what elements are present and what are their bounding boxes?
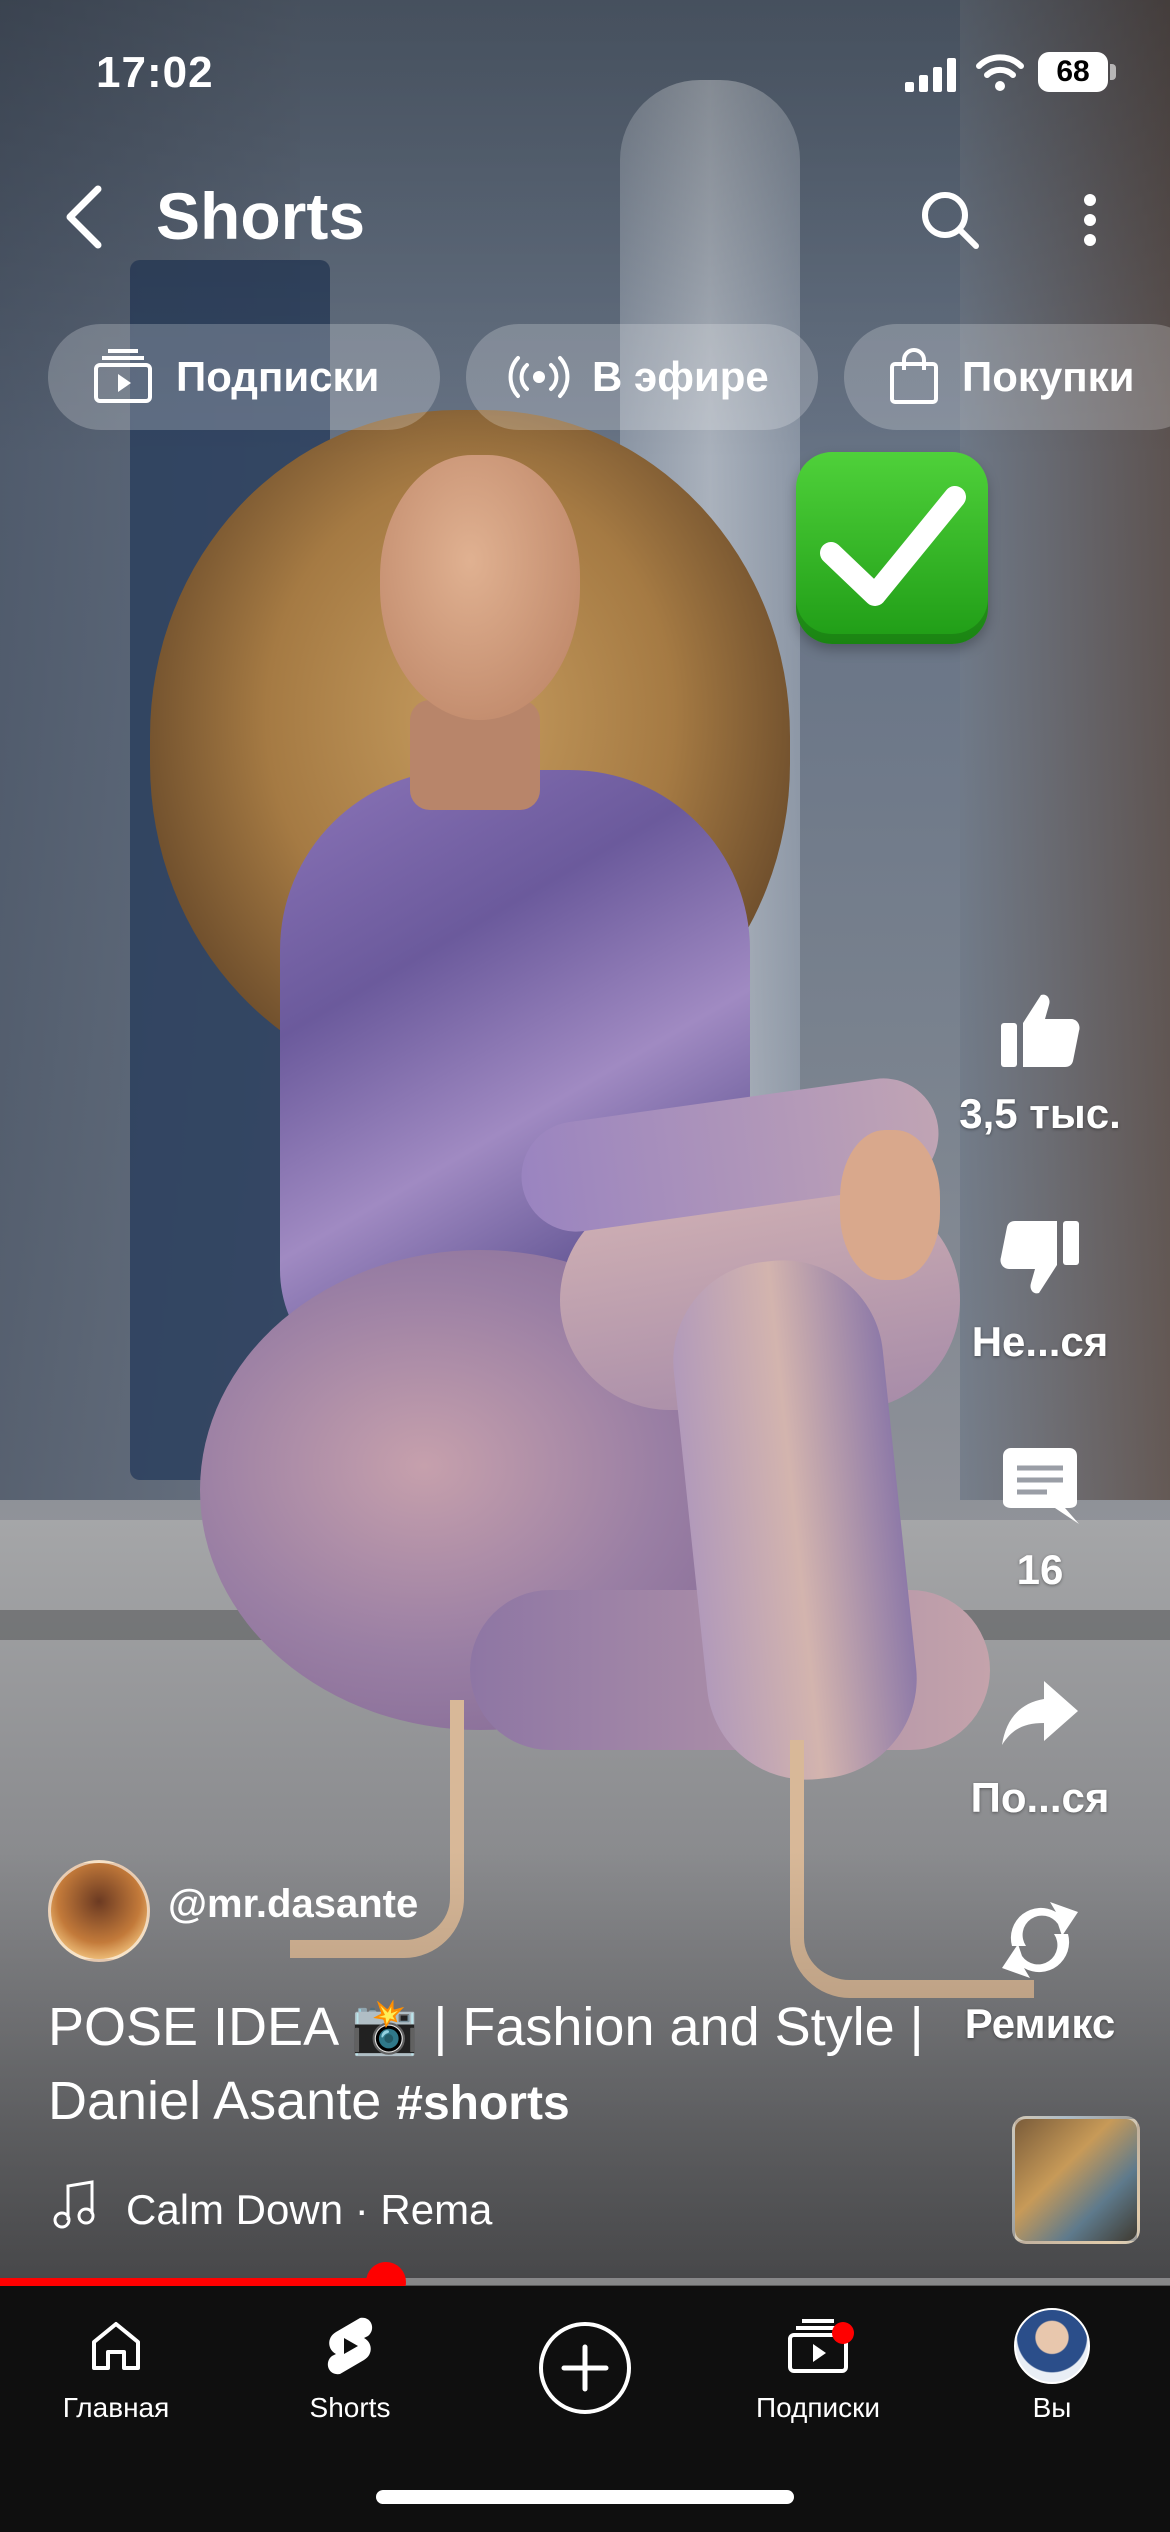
search-button[interactable] — [910, 180, 990, 260]
video-caption[interactable]: POSE IDEA 📸 | Fashion and Style | Daniel… — [48, 1990, 978, 2141]
wifi-icon — [975, 52, 1025, 97]
more-vertical-icon — [1084, 194, 1096, 246]
subscriptions-icon — [92, 349, 154, 405]
nav-home[interactable]: Главная — [16, 2306, 216, 2424]
page-title: Shorts — [156, 179, 366, 253]
music-thumbnail[interactable] — [1012, 2116, 1140, 2244]
home-indicator — [376, 2490, 794, 2504]
comments-button[interactable]: 16 — [960, 1436, 1170, 1594]
comment-count: 16 — [1016, 1546, 1064, 1593]
notification-dot — [832, 2322, 854, 2344]
chip-label: В эфире — [592, 353, 769, 400]
status-bar: 17:02 68 — [0, 0, 1170, 150]
status-time: 17:02 — [96, 48, 214, 97]
chip-label: Подписки — [176, 353, 380, 400]
share-button[interactable]: По...ся — [960, 1664, 1170, 1822]
nav-subscriptions[interactable]: Подписки — [718, 2306, 918, 2424]
search-icon — [922, 192, 979, 249]
nav-you-label: Вы — [1032, 2392, 1072, 2423]
remix-label: Ремикс — [964, 2000, 1116, 2047]
live-icon — [508, 355, 570, 399]
chip-live[interactable]: В эфире — [466, 324, 818, 430]
progress-fill — [0, 2278, 386, 2286]
shorts-icon — [322, 2306, 378, 2386]
like-count: 3,5 тыс. — [959, 1090, 1121, 1137]
create-button[interactable] — [539, 2322, 631, 2414]
battery-icon: 68 — [1038, 52, 1108, 92]
remix-icon — [990, 1890, 1090, 1990]
nav-create[interactable] — [485, 2306, 685, 2414]
hashtag-link[interactable]: #shorts — [396, 2077, 569, 2130]
music-note-icon — [52, 2180, 96, 2235]
chip-subscriptions[interactable]: Подписки — [48, 324, 440, 430]
user-avatar — [1014, 2308, 1090, 2384]
nav-you[interactable]: Вы — [952, 2306, 1152, 2424]
model-face — [380, 455, 580, 720]
dislike-button[interactable]: Не...ся — [960, 1208, 1170, 1366]
chip-label: Покупки — [962, 353, 1135, 400]
music-track[interactable]: Calm Down · Rema — [126, 2186, 492, 2234]
nav-home-label: Главная — [62, 2392, 170, 2423]
home-icon — [88, 2306, 144, 2386]
back-button[interactable] — [54, 182, 114, 252]
comment-icon — [990, 1436, 1090, 1536]
more-options-button[interactable] — [1060, 180, 1120, 260]
share-icon — [990, 1664, 1090, 1764]
thumbs-up-icon — [990, 980, 1090, 1080]
share-label: По...ся — [970, 1774, 1110, 1821]
you-avatar-wrap — [1014, 2306, 1090, 2386]
remix-button[interactable]: Ремикс — [960, 1890, 1170, 2048]
signal-icon — [905, 58, 959, 97]
nav-shorts[interactable]: Shorts — [250, 2306, 450, 2424]
nav-subscriptions-label: Подписки — [755, 2392, 881, 2423]
model-hand — [840, 1130, 940, 1280]
plus-icon — [561, 2344, 609, 2392]
thumbs-down-icon — [990, 1208, 1090, 1308]
dislike-label: Не...ся — [971, 1318, 1109, 1365]
chevron-left-icon — [66, 185, 102, 249]
subscriptions-icon — [786, 2306, 850, 2386]
like-button[interactable]: 3,5 тыс. — [959, 980, 1170, 1138]
shorts-screen: 17:02 68 Shorts Подписки В эфире Покупки… — [0, 0, 1170, 2532]
shopping-bag-icon — [888, 348, 940, 406]
check-mark-icon — [796, 452, 988, 644]
chip-shopping[interactable]: Покупки — [844, 324, 1170, 430]
battery-tip — [1110, 64, 1116, 80]
channel-handle[interactable]: @mr.dasante — [168, 1882, 418, 1927]
nav-shorts-label: Shorts — [309, 2392, 391, 2423]
channel-avatar[interactable] — [48, 1860, 150, 1962]
